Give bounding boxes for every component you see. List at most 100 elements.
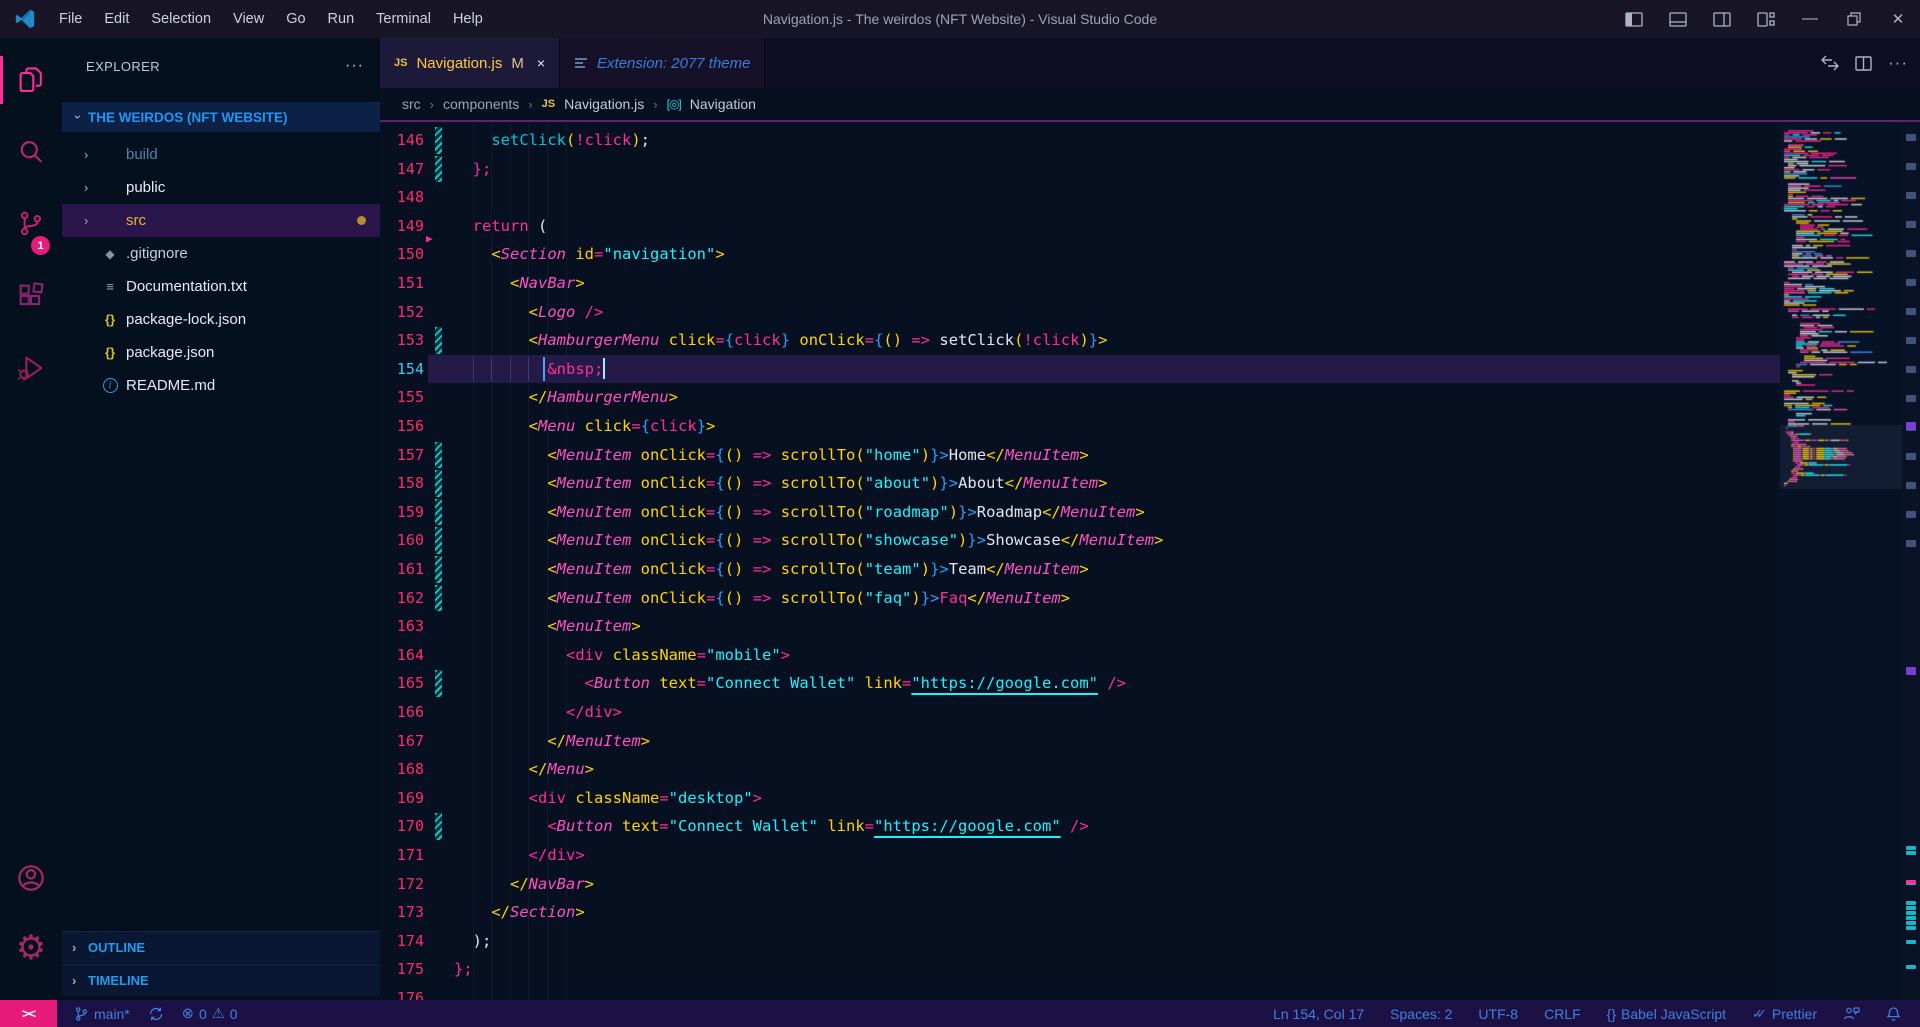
- code-line-163[interactable]: 163 <MenuItem>: [380, 612, 1780, 641]
- menu-go[interactable]: Go: [275, 7, 316, 31]
- menu-selection[interactable]: Selection: [140, 7, 222, 31]
- eol-item[interactable]: CRLF: [1535, 1000, 1590, 1027]
- code-line-157[interactable]: 157 <MenuItem onClick={() => scrollTo("h…: [380, 441, 1780, 470]
- explorer-icon[interactable]: [0, 56, 62, 104]
- current-line-highlight: [428, 355, 1780, 384]
- code-line-149[interactable]: 149 return (: [380, 212, 1780, 241]
- sync-changes-button[interactable]: [139, 1000, 173, 1027]
- code-line-166[interactable]: 166 </div>: [380, 698, 1780, 727]
- menu-run[interactable]: Run: [317, 7, 366, 31]
- item-label: build: [126, 146, 158, 163]
- fold-arrow-icon[interactable]: ▶: [426, 225, 433, 254]
- cursor-position-item[interactable]: Ln 154, Col 17: [1264, 1000, 1373, 1027]
- git-branch-item[interactable]: main*: [65, 1000, 139, 1027]
- overview-ruler-mark: [1906, 916, 1916, 920]
- code-line-147[interactable]: 147 };: [380, 155, 1780, 184]
- code-line-161[interactable]: 161 <MenuItem onClick={() => scrollTo("t…: [380, 555, 1780, 584]
- code-line-162[interactable]: 162 <MenuItem onClick={() => scrollTo("f…: [380, 584, 1780, 613]
- code-line-175[interactable]: 175};: [380, 955, 1780, 984]
- settings-gear-icon[interactable]: ⚙: [0, 924, 62, 972]
- file--gitignore[interactable]: ◆.gitignore: [62, 237, 380, 270]
- tab-navigation-js[interactable]: JS Navigation.js M ×: [380, 38, 560, 88]
- restore-button[interactable]: [1832, 0, 1876, 38]
- minimap-slider[interactable]: [1780, 425, 1902, 489]
- code-line-150[interactable]: 150▶ <Section id="navigation">: [380, 240, 1780, 269]
- minimize-button[interactable]: —: [1788, 0, 1832, 38]
- file-readme-md[interactable]: iREADME.md: [62, 369, 380, 402]
- line-number: 175: [380, 955, 424, 984]
- code-line-160[interactable]: 160 <MenuItem onClick={() => scrollTo("s…: [380, 526, 1780, 555]
- code-line-165[interactable]: 165 <Button text="Connect Wallet" link="…: [380, 669, 1780, 698]
- outline-panel-header[interactable]: › OUTLINE: [62, 931, 380, 963]
- breadcrumb-components[interactable]: components: [443, 96, 519, 112]
- folder-public[interactable]: ›public: [62, 171, 380, 204]
- menu-file[interactable]: File: [48, 7, 93, 31]
- file-package-json[interactable]: {}package.json: [62, 336, 380, 369]
- split-editor-icon[interactable]: [1855, 56, 1872, 71]
- code-editor[interactable]: 146 setClick(!click);147 };148149 return…: [380, 122, 1780, 1000]
- search-icon[interactable]: [0, 128, 62, 176]
- menu-view[interactable]: View: [222, 7, 275, 31]
- code-line-158[interactable]: 158 <MenuItem onClick={() => scrollTo("a…: [380, 469, 1780, 498]
- tab-extension-2077-theme[interactable]: Extension: 2077 theme: [560, 38, 765, 88]
- code-line-176[interactable]: 176: [380, 984, 1780, 1000]
- compare-changes-icon[interactable]: [1821, 55, 1839, 71]
- code-text: <MenuItem onClick={() => scrollTo("home"…: [454, 441, 1089, 470]
- code-line-153[interactable]: 153 <HamburgerMenu click={click} onClick…: [380, 326, 1780, 355]
- toggle-secondary-sidebar-icon[interactable]: [1700, 0, 1744, 38]
- menu-help[interactable]: Help: [442, 7, 494, 31]
- more-actions-icon[interactable]: ···: [1888, 53, 1908, 73]
- menu-edit[interactable]: Edit: [93, 7, 140, 31]
- encoding-item[interactable]: UTF-8: [1469, 1000, 1527, 1027]
- code-line-171[interactable]: 171 </div>: [380, 841, 1780, 870]
- code-line-164[interactable]: 164 <div className="mobile">: [380, 641, 1780, 670]
- notifications-bell-icon[interactable]: [1877, 1000, 1910, 1027]
- timeline-panel-header[interactable]: › TIMELINE: [62, 964, 380, 996]
- toggle-panel-icon[interactable]: [1656, 0, 1700, 38]
- code-line-156[interactable]: 156 <Menu click={click}>: [380, 412, 1780, 441]
- chevron-right-icon: ›: [72, 973, 88, 988]
- file-package-lock-json[interactable]: {}package-lock.json: [62, 303, 380, 336]
- code-line-174[interactable]: 174 );: [380, 927, 1780, 956]
- problems-item[interactable]: ⊗ 0 ⚠ 0: [173, 1000, 247, 1027]
- indentation-item[interactable]: Spaces: 2: [1381, 1000, 1461, 1027]
- double-check-icon: ✓✓: [1752, 1006, 1760, 1022]
- folder-src[interactable]: ›src: [62, 204, 380, 237]
- code-line-151[interactable]: 151 <NavBar>: [380, 269, 1780, 298]
- extensions-icon[interactable]: [0, 272, 62, 320]
- toggle-primary-sidebar-icon[interactable]: [1612, 0, 1656, 38]
- breadcrumb-src[interactable]: src: [402, 96, 421, 112]
- code-line-146[interactable]: 146 setClick(!click);: [380, 126, 1780, 155]
- formatter-item[interactable]: ✓✓ Prettier: [1743, 1000, 1826, 1027]
- code-line-152[interactable]: 152 <Logo />: [380, 298, 1780, 327]
- minimap[interactable]: [1780, 122, 1920, 1000]
- breadcrumb-symbol[interactable]: Navigation: [690, 96, 756, 112]
- code-line-167[interactable]: 167 </MenuItem>: [380, 727, 1780, 756]
- feedback-item[interactable]: [1834, 1000, 1869, 1027]
- close-button[interactable]: ✕: [1876, 0, 1920, 38]
- code-line-159[interactable]: 159 <MenuItem onClick={() => scrollTo("r…: [380, 498, 1780, 527]
- breadcrumb-file[interactable]: Navigation.js: [564, 96, 644, 112]
- item-label: package.json: [126, 344, 214, 361]
- account-icon[interactable]: [0, 854, 62, 902]
- code-line-170[interactable]: 170 <Button text="Connect Wallet" link="…: [380, 812, 1780, 841]
- code-line-155[interactable]: 155 </HamburgerMenu>: [380, 383, 1780, 412]
- close-tab-icon[interactable]: ×: [537, 55, 545, 71]
- explorer-more-actions-icon[interactable]: ···: [345, 57, 364, 75]
- menu-terminal[interactable]: Terminal: [365, 7, 442, 31]
- run-debug-icon[interactable]: [0, 344, 62, 392]
- code-line-154[interactable]: 154 &nbsp;: [380, 355, 1780, 384]
- vscode-logo: [14, 8, 36, 30]
- code-line-168[interactable]: 168 </Menu>: [380, 755, 1780, 784]
- code-line-169[interactable]: 169 <div className="desktop">: [380, 784, 1780, 813]
- chevron-right-icon: ›: [430, 97, 434, 112]
- folder-build[interactable]: ›build: [62, 138, 380, 171]
- code-line-173[interactable]: 173 </Section>: [380, 898, 1780, 927]
- customize-layout-icon[interactable]: [1744, 0, 1788, 38]
- code-line-172[interactable]: 172 </NavBar>: [380, 870, 1780, 899]
- language-mode-item[interactable]: {} Babel JavaScript: [1598, 1000, 1735, 1027]
- remote-indicator[interactable]: ><: [0, 1000, 57, 1027]
- code-line-148[interactable]: 148: [380, 183, 1780, 212]
- file-documentation-txt[interactable]: ≡Documentation.txt: [62, 270, 380, 303]
- project-root-row[interactable]: › THE WEIRDOS (NFT WEBSITE): [62, 102, 380, 132]
